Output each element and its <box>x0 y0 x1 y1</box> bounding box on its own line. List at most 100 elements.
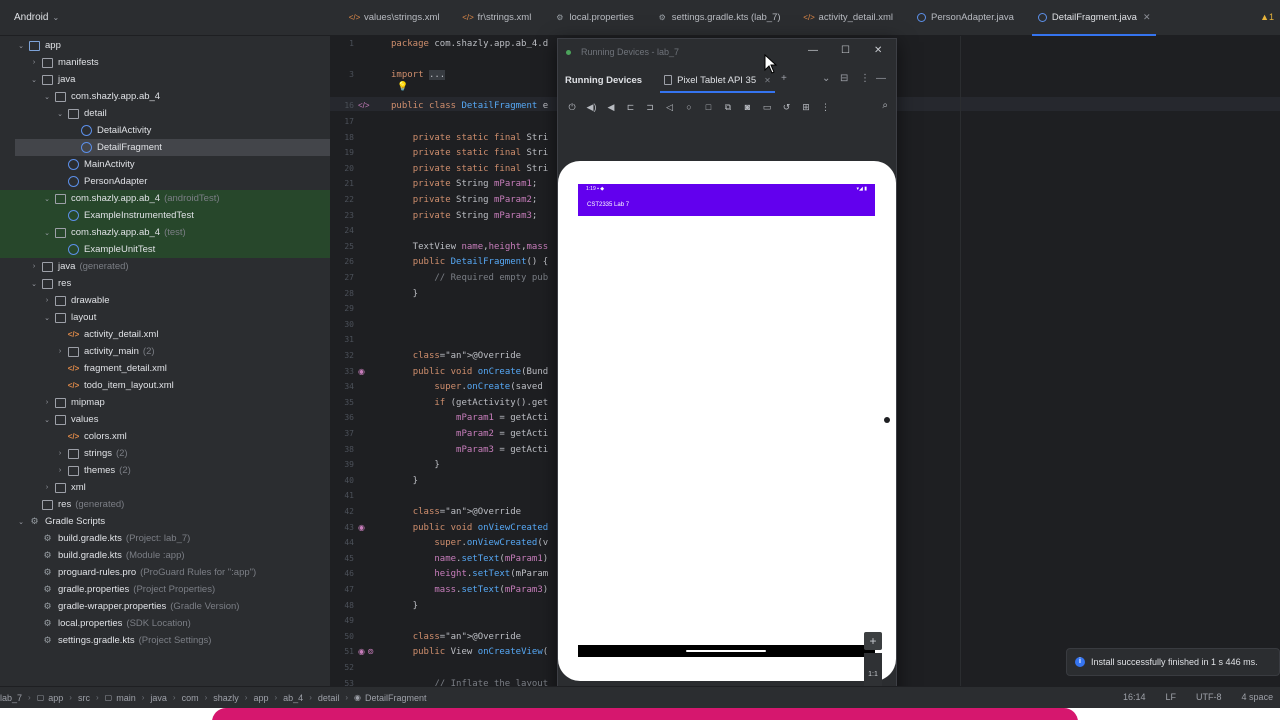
code-line[interactable]: mParam1 = getActi <box>391 413 548 423</box>
layout-inspector-icon[interactable]: ⊞ <box>800 101 812 113</box>
indent-setting[interactable]: 4 space <box>1242 692 1274 702</box>
breadcrumb-item[interactable]: DetailFragment <box>365 693 427 703</box>
tree-item[interactable]: ⌄ detail <box>0 105 330 122</box>
breadcrumb-item[interactable]: java <box>150 693 167 703</box>
code-line[interactable]: public DetailFragment() { <box>391 257 548 267</box>
maximize-icon[interactable]: ☐ <box>841 45 850 56</box>
expand-arrow-icon[interactable]: ⌄ <box>42 195 52 203</box>
editor-tab-1[interactable]: </> fr\strings.xml <box>452 0 544 36</box>
expand-arrow-icon[interactable]: ⌄ <box>55 110 65 118</box>
tree-item[interactable]: ⌄ com.shazly.app.ab_4 (test) <box>0 224 330 241</box>
close-tab-icon[interactable]: ✕ <box>764 76 771 85</box>
code-line[interactable]: private String mParam3; <box>391 211 538 221</box>
tree-item[interactable]: ExampleUnitTest <box>0 241 330 258</box>
tree-item[interactable]: ⌄ ⚙ Gradle Scripts <box>0 513 330 530</box>
expand-arrow-icon[interactable]: ⌄ <box>29 76 39 84</box>
override-gutter-icon[interactable]: ◉ <box>358 367 365 376</box>
install-notification[interactable]: i Install successfully finished in 1 s 4… <box>1066 648 1280 676</box>
tree-item[interactable]: ⚙ proguard-rules.pro (ProGuard Rules for "… <box>0 564 330 581</box>
code-line[interactable]: public class DetailFragment e <box>391 101 548 111</box>
tree-item[interactable]: ⚙ local.properties (SDK Location) <box>0 615 330 632</box>
hide-panel-icon[interactable]: — <box>876 73 886 84</box>
code-line[interactable]: private static final Stri <box>391 133 548 143</box>
breadcrumb-item[interactable]: shazly <box>213 693 239 703</box>
tree-item[interactable]: PersonAdapter <box>0 173 330 190</box>
volume-up-icon[interactable]: ◀) <box>586 101 598 113</box>
code-line[interactable]: private static final Stri <box>391 164 548 174</box>
lightbulb-icon[interactable]: 💡 <box>397 81 408 92</box>
tree-item[interactable]: › manifests <box>0 54 330 71</box>
code-line[interactable]: } <box>391 476 418 486</box>
code-line[interactable]: public void onCreate(Bund <box>391 367 549 377</box>
expand-arrow-icon[interactable]: › <box>29 263 39 270</box>
breadcrumb-item[interactable]: main <box>116 693 136 703</box>
expand-arrow-icon[interactable]: ⌄ <box>42 93 52 101</box>
code-line[interactable]: import ... <box>391 70 446 81</box>
close-tab-icon[interactable]: ✕ <box>1143 12 1151 23</box>
code-line[interactable]: package com.shazly.app.ab_4.d <box>391 39 548 49</box>
caret-position[interactable]: 16:14 <box>1123 692 1146 702</box>
breadcrumb-item[interactable]: src <box>78 693 90 703</box>
split-view-icon[interactable]: ⊟ <box>840 73 848 84</box>
tree-item[interactable]: › activity_main (2) <box>0 343 330 360</box>
expand-arrow-icon[interactable]: › <box>55 467 65 474</box>
breadcrumb-item[interactable]: app <box>48 693 63 703</box>
minimize-icon[interactable]: — <box>808 45 818 56</box>
rotate-right-icon[interactable]: ⊐ <box>644 101 656 113</box>
tree-item[interactable]: ⌄ com.shazly.app.ab_4 <box>0 88 330 105</box>
code-line[interactable]: super.onViewCreated(v <box>391 538 548 548</box>
breadcrumb-item[interactable]: lab_7 <box>0 693 22 703</box>
chevron-down-icon[interactable]: ⌄ <box>822 73 830 84</box>
tree-item[interactable]: › xml <box>0 479 330 496</box>
zoom-in-button[interactable]: + <box>864 632 882 650</box>
expand-arrow-icon[interactable]: ⌄ <box>16 518 26 526</box>
code-line[interactable]: mParam2 = getActi <box>391 429 548 439</box>
code-line[interactable]: mass.setText(mParam3) <box>391 585 548 595</box>
code-line[interactable]: name.setText(mParam1) <box>391 554 548 564</box>
code-line[interactable]: mParam3 = getActi <box>391 445 548 455</box>
expand-arrow-icon[interactable]: ⌄ <box>16 42 26 50</box>
tree-item[interactable]: ExampleInstrumentedTest <box>0 207 330 224</box>
code-line[interactable]: } <box>391 460 439 470</box>
code-line[interactable]: class="an">@Override <box>391 351 521 361</box>
code-line[interactable]: class="an">@Override <box>391 632 521 642</box>
breadcrumb-item[interactable]: detail <box>318 693 340 703</box>
expand-arrow-icon[interactable]: › <box>55 348 65 355</box>
tree-item[interactable]: DetailActivity <box>0 122 330 139</box>
tree-item[interactable]: ⚙ build.gradle.kts (Module :app) <box>0 547 330 564</box>
tree-item[interactable]: </> colors.xml <box>0 428 330 445</box>
tree-item[interactable]: </> activity_detail.xml <box>0 326 330 343</box>
code-line[interactable]: // Required empty pub <box>391 273 548 283</box>
search-icon[interactable]: ⌕ <box>882 100 888 111</box>
tree-item[interactable]: </> fragment_detail.xml <box>0 360 330 377</box>
expand-arrow-icon[interactable]: › <box>55 450 65 457</box>
back-icon[interactable]: ◁ <box>664 101 676 113</box>
code-line[interactable]: } <box>391 289 418 299</box>
editor-tab-3[interactable]: ⚙ settings.gradle.kts (lab_7) <box>646 0 793 36</box>
gesture-handle[interactable] <box>686 650 766 652</box>
volume-down-icon[interactable]: ◀ <box>605 101 617 113</box>
code-line[interactable]: class="an">@Override <box>391 507 521 517</box>
expand-arrow-icon[interactable]: › <box>29 59 39 66</box>
code-line[interactable]: private String mParam1; <box>391 179 538 189</box>
expand-arrow-icon[interactable]: ⌄ <box>42 416 52 424</box>
tree-item[interactable]: DetailFragment <box>15 139 330 156</box>
expand-arrow-icon[interactable]: › <box>42 484 52 491</box>
tree-item[interactable]: ⚙ build.gradle.kts (Project: lab_7) <box>0 530 330 547</box>
expand-arrow-icon[interactable]: ⌄ <box>29 280 39 288</box>
code-line[interactable]: height.setText(mParam <box>391 569 548 579</box>
tree-item[interactable]: ⌄ com.shazly.app.ab_4 (androidTest) <box>0 190 330 207</box>
code-line[interactable]: private static final Stri <box>391 148 548 158</box>
tree-item[interactable]: ⌄ app <box>0 37 330 54</box>
tree-item[interactable]: › themes (2) <box>0 462 330 479</box>
tree-item[interactable]: ⚙ gradle.properties (Project Properties) <box>0 581 330 598</box>
code-line[interactable]: if (getActivity().get <box>391 398 548 408</box>
expand-arrow-icon[interactable]: ⌄ <box>42 229 52 237</box>
code-line[interactable]: } <box>391 601 418 611</box>
rotate-left-icon[interactable]: ⊏ <box>625 101 637 113</box>
override-gutter-icon[interactable]: ◉ <box>358 523 365 532</box>
tree-item[interactable]: ⌄ layout <box>0 309 330 326</box>
tree-item[interactable]: › strings (2) <box>0 445 330 462</box>
tree-item[interactable]: </> todo_item_layout.xml <box>0 377 330 394</box>
tree-item[interactable]: res (generated) <box>0 496 330 513</box>
